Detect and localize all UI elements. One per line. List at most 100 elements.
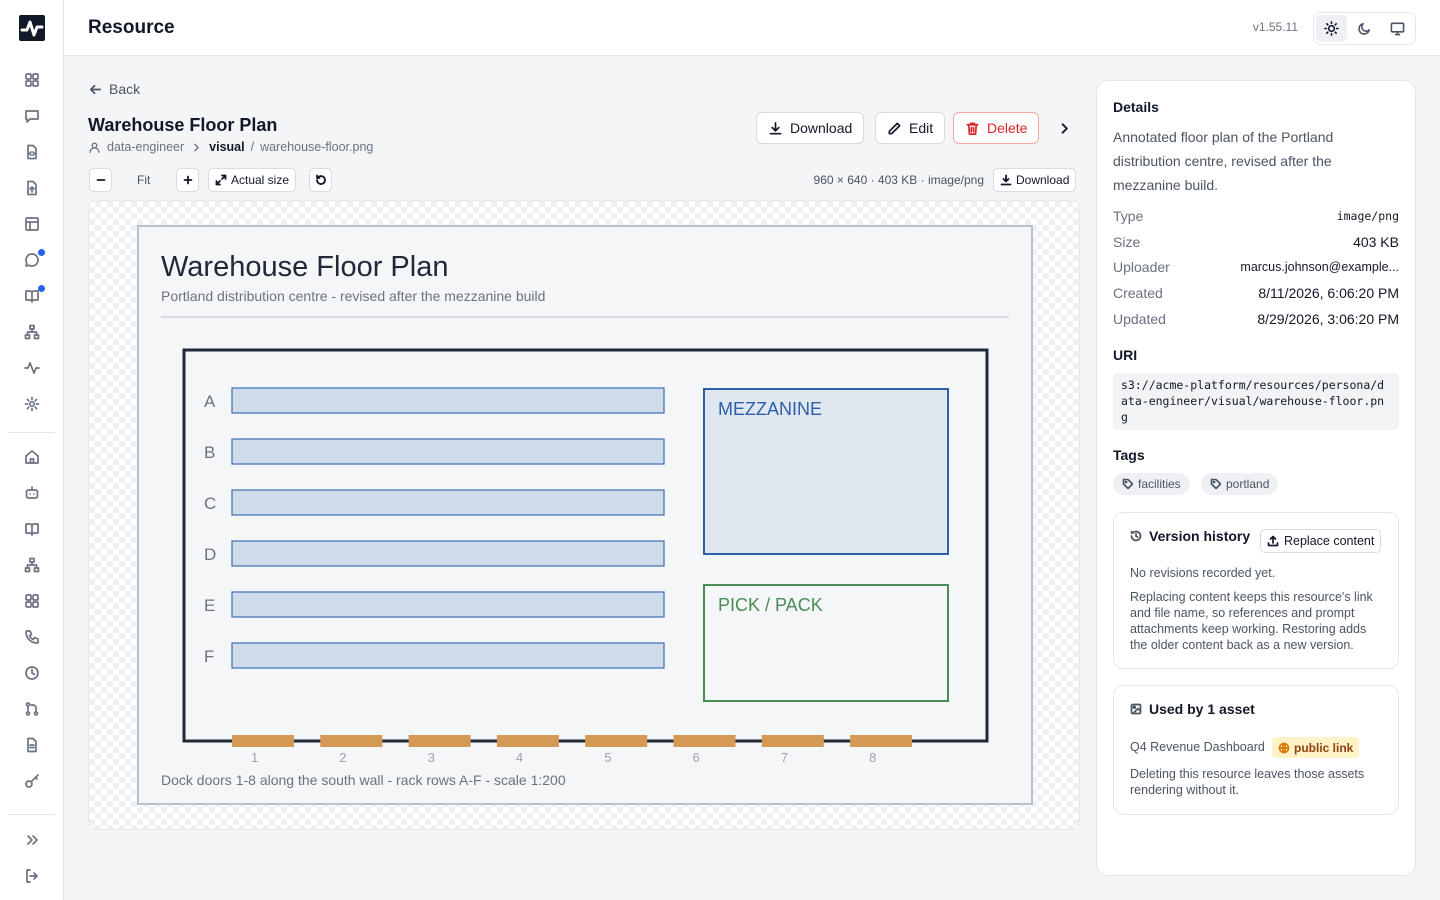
- dock-door-label: 8: [869, 750, 876, 765]
- public-link-label: public link: [1294, 740, 1354, 755]
- merge-icon[interactable]: [20, 697, 44, 721]
- viewer-download-label: Download: [1016, 173, 1070, 187]
- rotate-icon: [315, 174, 326, 185]
- type-label: Type: [1113, 208, 1144, 224]
- rack-row-label: F: [204, 647, 214, 666]
- rack-row-label: C: [204, 494, 216, 513]
- download-button[interactable]: Download: [756, 112, 865, 144]
- breadcrumb: data-engineer visual / warehouse-floor.p…: [88, 140, 373, 154]
- expand-arrows-icon: [215, 174, 227, 186]
- details-panel: Details Annotated floor plan of the Port…: [1096, 80, 1416, 876]
- image-viewer[interactable]: Warehouse Floor Plan Portland distributi…: [88, 200, 1080, 830]
- viewer-download-button[interactable]: Download: [993, 168, 1077, 192]
- tag-label: portland: [1226, 477, 1270, 491]
- replace-content-button[interactable]: Replace content: [1260, 529, 1382, 553]
- top-bar: Resource v1.55.11: [64, 0, 1440, 56]
- gear-icon[interactable]: [20, 392, 44, 416]
- sidebar-divider: [8, 814, 55, 815]
- breadcrumb-file: warehouse-floor.png: [260, 140, 374, 154]
- uri-value[interactable]: s3://acme-platform/resources/persona/dat…: [1113, 373, 1399, 430]
- tag-chip[interactable]: facilities: [1113, 473, 1190, 495]
- rack-row: [231, 540, 665, 567]
- tag-icon: [1210, 478, 1222, 490]
- code-file-icon[interactable]: [20, 140, 44, 164]
- notification-dot: [38, 285, 45, 292]
- chevron-right-icon[interactable]: [1053, 117, 1075, 139]
- table-icon[interactable]: [20, 212, 44, 236]
- no-revisions-text: No revisions recorded yet.: [1130, 566, 1276, 580]
- back-link[interactable]: Back: [88, 81, 140, 97]
- uploader-row: Uploader marcus.johnson@example...: [1113, 257, 1399, 277]
- tag-chip[interactable]: portland: [1201, 473, 1279, 495]
- dock-door-label: 6: [693, 750, 700, 765]
- docs-icon[interactable]: [20, 517, 44, 541]
- phone-icon[interactable]: [20, 625, 44, 649]
- app-logo[interactable]: [19, 15, 45, 41]
- dock-door-label: 5: [604, 750, 611, 765]
- dock-door-label: 2: [339, 750, 346, 765]
- page-title: Resource: [88, 17, 175, 38]
- used-by-asset-link[interactable]: Q4 Revenue Dashboard: [1130, 739, 1270, 755]
- book-icon[interactable]: [20, 284, 45, 308]
- dock-door: [761, 735, 824, 747]
- chevron-right-icon: [194, 143, 199, 151]
- breadcrumb-owner[interactable]: data-engineer: [107, 140, 184, 154]
- reset-button[interactable]: [309, 168, 332, 192]
- rack-row-label: D: [204, 545, 216, 564]
- breadcrumb-folder[interactable]: visual: [209, 140, 244, 154]
- document-icon[interactable]: [20, 733, 44, 757]
- network-icon[interactable]: [20, 553, 44, 577]
- actual-size-button[interactable]: Actual size: [208, 168, 297, 192]
- rack-row-label: A: [204, 392, 216, 411]
- logout-icon[interactable]: [20, 864, 44, 888]
- rack-row-label: E: [204, 596, 215, 615]
- version-label: v1.55.11: [1252, 20, 1298, 34]
- dock-door: [585, 735, 648, 747]
- monitor-icon[interactable]: [1382, 15, 1413, 42]
- minus-icon: [96, 179, 105, 181]
- bot-icon[interactable]: [20, 481, 44, 505]
- apps-icon[interactable]: [20, 589, 44, 613]
- updated-row: Updated 8/29/2026, 3:06:20 PM: [1113, 309, 1399, 329]
- rack-row: [231, 438, 665, 465]
- tags-heading: Tags: [1113, 447, 1145, 463]
- updated-value: 8/29/2026, 3:06:20 PM: [1257, 311, 1399, 327]
- dock-door: [320, 735, 383, 747]
- file-upload-icon[interactable]: [20, 176, 44, 200]
- download-label: Download: [790, 120, 853, 136]
- moon-icon[interactable]: [1349, 15, 1380, 42]
- used-by-header: Used by 1 asset: [1130, 701, 1255, 717]
- image-subtitle: Portland distribution centre - revised a…: [161, 288, 545, 304]
- chat-icon[interactable]: [20, 248, 45, 272]
- created-value: 8/11/2026, 6:06:20 PM: [1258, 285, 1399, 301]
- grid-icon[interactable]: [20, 68, 44, 92]
- org-icon[interactable]: [20, 320, 44, 344]
- size-label: Size: [1113, 234, 1141, 250]
- rack-row: [231, 591, 665, 618]
- delete-button[interactable]: Delete: [953, 112, 1040, 144]
- key-icon[interactable]: [20, 769, 44, 793]
- zoom-out-button[interactable]: [89, 168, 112, 192]
- rack-row: [231, 489, 665, 516]
- dock-door: [232, 735, 294, 747]
- version-history-header: Version history: [1130, 528, 1250, 544]
- dock-door: [850, 735, 913, 747]
- globe-icon: [1278, 742, 1290, 753]
- uploader-value: marcus.johnson@example...: [1240, 260, 1399, 274]
- message-icon[interactable]: [20, 104, 44, 128]
- zoom-in-button[interactable]: [176, 168, 199, 192]
- clock-icon[interactable]: [20, 661, 44, 685]
- expand-icon[interactable]: [20, 828, 44, 852]
- rack-row-label: B: [204, 443, 215, 462]
- edit-button[interactable]: Edit: [875, 112, 946, 144]
- download-icon: [769, 121, 782, 134]
- uploader-label: Uploader: [1113, 259, 1170, 275]
- home-icon[interactable]: [20, 445, 44, 469]
- dock-door-label: 7: [781, 750, 788, 765]
- activity-icon[interactable]: [20, 356, 44, 380]
- dock-door: [408, 735, 471, 747]
- type-row: Type image/png: [1113, 206, 1399, 226]
- zoom-fit-label[interactable]: Fit: [137, 173, 150, 187]
- sun-icon[interactable]: [1316, 15, 1347, 42]
- sidebar-divider: [8, 432, 55, 433]
